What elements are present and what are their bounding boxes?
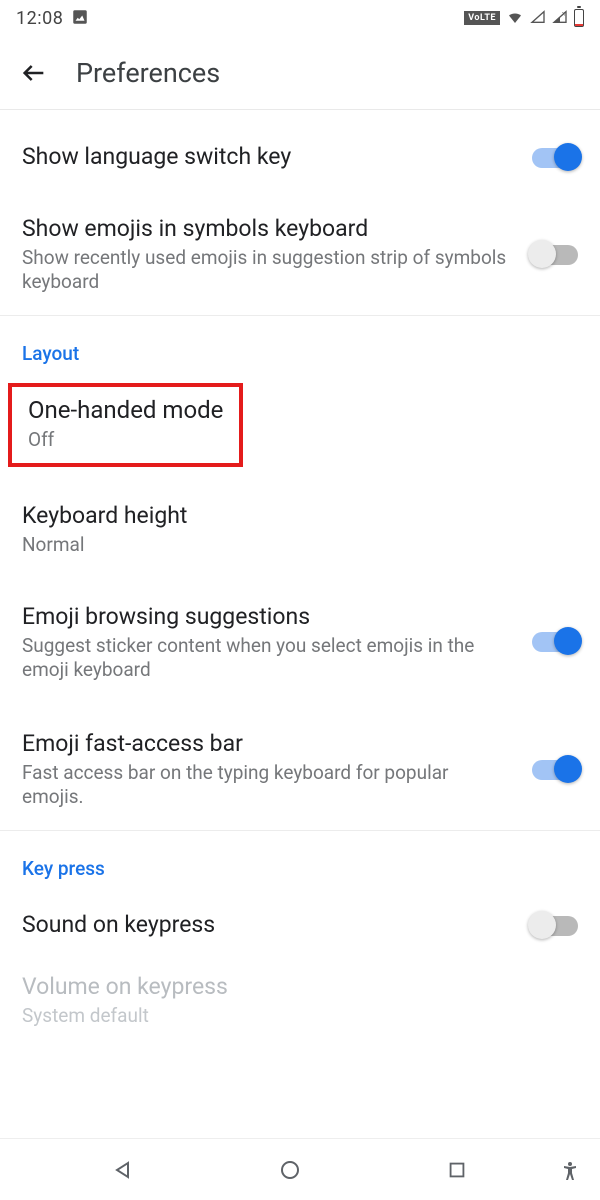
item-show-emojis-symbols[interactable]: Show emojis in symbols keyboard Show rec… xyxy=(0,194,600,315)
item-show-language-switch-key[interactable]: Show language switch key xyxy=(0,110,600,194)
item-keyboard-height[interactable]: Keyboard height Normal xyxy=(0,485,600,572)
item-subtitle: Normal xyxy=(22,533,578,558)
page-title: Preferences xyxy=(76,57,220,89)
section-header-layout: Layout xyxy=(0,316,600,379)
item-title: Show language switch key xyxy=(22,142,512,172)
item-subtitle: Fast access bar on the typing keyboard f… xyxy=(22,761,512,810)
item-subtitle: Off xyxy=(28,428,223,453)
item-subtitle: Suggest sticker content when you select … xyxy=(22,634,512,683)
item-title: One-handed mode xyxy=(28,395,223,426)
item-subtitle: System default xyxy=(22,1004,578,1029)
item-volume-on-keypress: Volume on keypress System default xyxy=(0,956,600,1043)
status-bar: 12:08 VoLTE x xyxy=(0,0,600,36)
nav-back-button[interactable] xyxy=(109,1156,137,1184)
toggle-emoji-browsing-suggestions[interactable] xyxy=(532,632,578,652)
accessibility-icon[interactable] xyxy=(558,1160,582,1184)
signal-partial-icon: x xyxy=(552,9,568,28)
back-button[interactable] xyxy=(20,59,48,87)
item-title: Keyboard height xyxy=(22,501,578,531)
item-emoji-fast-access-bar[interactable]: Emoji fast-access bar Fast access bar on… xyxy=(0,703,600,830)
item-title: Sound on keypress xyxy=(22,910,512,940)
toggle-emoji-fast-access-bar[interactable] xyxy=(532,760,578,780)
preferences-list: Show language switch key Show emojis in … xyxy=(0,110,600,1043)
item-title: Emoji browsing suggestions xyxy=(22,602,512,632)
navigation-bar xyxy=(0,1138,600,1200)
signal-empty-icon xyxy=(530,9,546,28)
wifi-icon xyxy=(506,8,524,29)
item-subtitle: Show recently used emojis in suggestion … xyxy=(22,246,512,295)
highlight-one-handed: One-handed mode Off xyxy=(8,383,243,467)
status-time: 12:08 xyxy=(16,8,63,29)
item-emoji-browsing-suggestions[interactable]: Emoji browsing suggestions Suggest stick… xyxy=(0,572,600,703)
gallery-icon xyxy=(71,8,89,29)
nav-home-button[interactable] xyxy=(276,1156,304,1184)
item-title: Emoji fast-access bar xyxy=(22,729,512,759)
app-bar: Preferences xyxy=(0,36,600,110)
toggle-show-language-switch-key[interactable] xyxy=(532,148,578,168)
item-one-handed-mode[interactable]: One-handed mode Off xyxy=(28,395,223,453)
item-title: Show emojis in symbols keyboard xyxy=(22,214,512,244)
item-title: Volume on keypress xyxy=(22,972,578,1002)
toggle-show-emojis-symbols[interactable] xyxy=(532,245,578,265)
item-sound-on-keypress[interactable]: Sound on keypress xyxy=(0,894,600,956)
battery-icon xyxy=(574,9,584,27)
nav-recent-button[interactable] xyxy=(443,1156,471,1184)
volte-badge: VoLTE xyxy=(464,11,500,25)
section-header-keypress: Key press xyxy=(0,831,600,894)
toggle-sound-on-keypress[interactable] xyxy=(532,916,578,936)
